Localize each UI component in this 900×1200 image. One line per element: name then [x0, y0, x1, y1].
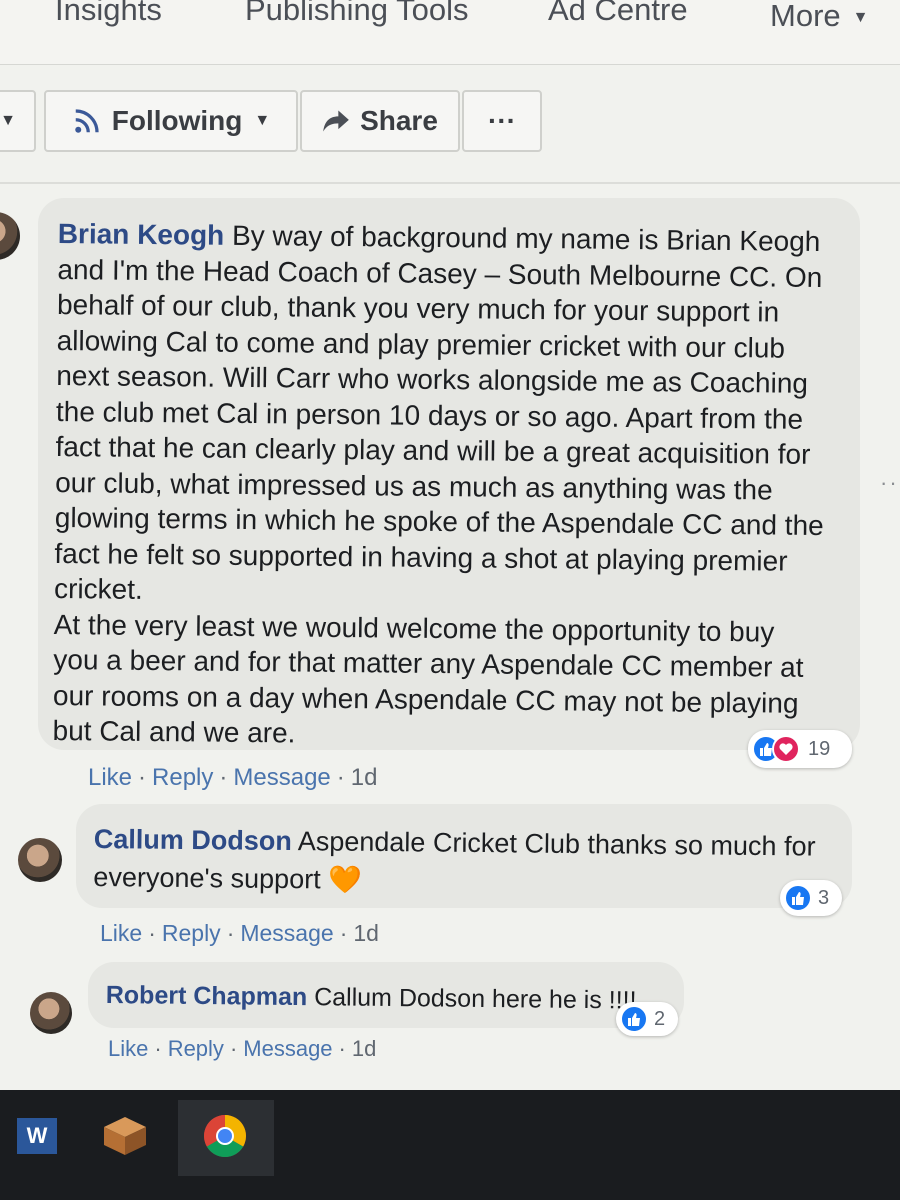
orange-heart-emoji: 🧡	[328, 864, 362, 895]
share-label: Share	[360, 105, 438, 136]
comment-actions: Like · Reply · Message · 1d	[88, 764, 378, 791]
comment-text: everyone's support	[93, 861, 321, 895]
reaction-count: 19	[808, 737, 831, 760]
dropdown-button[interactable]: ▼	[0, 90, 36, 152]
reply-link[interactable]: Reply	[162, 920, 221, 946]
comment-timestamp[interactable]: 1d	[352, 1036, 376, 1061]
comment-text: Callum Dodson here he is !!!!	[314, 983, 637, 1015]
reply-link[interactable]: Reply	[168, 1036, 224, 1061]
side-dots-icon: ··	[880, 470, 899, 495]
caret-down-icon: ▼	[852, 8, 869, 26]
page-top-nav: Insights Publishing Tools Ad Centre More…	[0, 0, 900, 65]
nav-publishing-tools[interactable]: Publishing Tools	[245, 0, 468, 28]
nav-insights[interactable]: Insights	[55, 0, 162, 28]
reaction-summary[interactable]: 2	[616, 1002, 678, 1036]
avatar[interactable]	[18, 838, 62, 882]
message-link[interactable]: Message	[243, 1036, 332, 1061]
comment-line: everyone's support 🧡	[93, 858, 851, 904]
reply-link[interactable]: Reply	[152, 764, 213, 791]
comment-line: Robert Chapman Callum Dodson here he is …	[106, 978, 684, 1018]
caret-down-icon: ▼	[254, 112, 271, 129]
avatar[interactable]	[0, 212, 20, 260]
comment-bubble: Callum Dodson Aspendale Cricket Club tha…	[76, 804, 852, 908]
word-app-icon[interactable]: W	[2, 1106, 72, 1166]
avatar[interactable]	[30, 992, 72, 1034]
reaction-count: 3	[818, 886, 830, 909]
comment-author[interactable]: Robert Chapman	[106, 981, 308, 1011]
share-arrow-icon	[323, 110, 349, 132]
love-reaction-icon	[772, 735, 800, 763]
nav-ad-centre[interactable]: Ad Centre	[548, 0, 688, 28]
comment-bubble: Robert Chapman Callum Dodson here he is …	[88, 962, 684, 1028]
comment-timestamp[interactable]: 1d	[351, 764, 378, 791]
like-link[interactable]: Like	[88, 764, 132, 791]
like-link[interactable]: Like	[100, 920, 142, 946]
comment-timestamp[interactable]: 1d	[353, 920, 379, 946]
nav-more[interactable]: More ▼	[770, 0, 868, 34]
message-link[interactable]: Message	[233, 764, 330, 791]
following-label: Following	[111, 105, 243, 136]
more-dots-icon: ···	[488, 105, 516, 136]
taskbar: W	[0, 1090, 900, 1200]
comment-body: Brian Keogh By way of background my name…	[52, 216, 860, 757]
page-action-bar: ▼ Following ▼ Share ···	[0, 90, 900, 154]
chrome-icon	[203, 1115, 247, 1158]
screen: Insights Publishing Tools Ad Centre More…	[0, 0, 900, 1090]
rss-feed-icon	[75, 109, 99, 133]
like-reaction-icon	[620, 1005, 648, 1033]
comment-body: Robert Chapman Callum Dodson here he is …	[106, 978, 684, 1018]
package-app-icon[interactable]	[90, 1106, 160, 1166]
word-icon: W	[17, 1118, 57, 1154]
comment-actions: Like · Reply · Message · 1d	[100, 920, 379, 946]
comment-text: By way of background my name is Brian Ke…	[231, 219, 821, 257]
comment-actions: Like · Reply · Message · 1d	[108, 1036, 377, 1061]
chrome-app-icon[interactable]	[190, 1106, 260, 1166]
section-divider	[0, 182, 900, 184]
package-box-icon	[104, 1117, 146, 1155]
message-link[interactable]: Message	[240, 920, 333, 946]
comment-text: Aspendale Cricket Club thanks so much fo…	[297, 826, 816, 862]
more-options-button[interactable]: ···	[462, 90, 542, 152]
comment-bubble: Brian Keogh By way of background my name…	[38, 198, 860, 750]
reaction-count: 2	[654, 1007, 666, 1030]
comment-author[interactable]: Callum Dodson	[94, 824, 292, 856]
share-button[interactable]: Share	[300, 90, 460, 152]
like-reaction-icon	[784, 884, 812, 912]
comment-author[interactable]: Brian Keogh	[58, 218, 225, 251]
like-link[interactable]: Like	[108, 1036, 148, 1061]
reaction-summary[interactable]: 3	[780, 880, 842, 916]
caret-down-icon: ▼	[0, 112, 16, 129]
following-button[interactable]: Following ▼	[44, 90, 298, 152]
reaction-summary[interactable]: 19	[748, 730, 852, 768]
nav-more-label: More	[770, 0, 841, 33]
comment-body: Callum Dodson Aspendale Cricket Club tha…	[93, 820, 852, 904]
